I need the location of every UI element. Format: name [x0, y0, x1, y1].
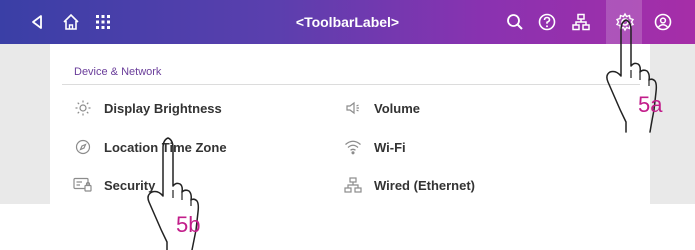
- pointing-hand-b-icon: [147, 137, 200, 250]
- page-bottom: [0, 204, 695, 250]
- wifi-item[interactable]: Wi-Fi: [342, 134, 406, 160]
- volume-item[interactable]: Volume: [342, 95, 420, 121]
- display-brightness-item[interactable]: Display Brightness: [72, 95, 222, 121]
- brightness-icon: [72, 99, 94, 117]
- apps-grid-icon[interactable]: [88, 0, 118, 44]
- ethernet-icon: [342, 176, 364, 194]
- wired-ethernet-label: Wired (Ethernet): [374, 177, 475, 193]
- speaker-icon: [342, 99, 364, 117]
- content-side-left: [0, 44, 50, 204]
- wifi-icon: [342, 138, 364, 156]
- wired-ethernet-item[interactable]: Wired (Ethernet): [342, 172, 475, 198]
- callout-5b: 5b: [176, 212, 201, 237]
- volume-label: Volume: [374, 100, 420, 116]
- help-icon[interactable]: [532, 0, 562, 44]
- back-icon[interactable]: [22, 0, 52, 44]
- search-icon[interactable]: [500, 0, 530, 44]
- display-brightness-label: Display Brightness: [104, 100, 222, 116]
- section-title: Device & Network: [74, 66, 162, 78]
- security-icon: [72, 176, 94, 194]
- home-icon[interactable]: [56, 0, 86, 44]
- section-divider: [62, 84, 640, 85]
- callout-5a: 5a: [638, 92, 663, 117]
- compass-icon: [72, 138, 94, 156]
- wifi-label: Wi-Fi: [374, 139, 406, 155]
